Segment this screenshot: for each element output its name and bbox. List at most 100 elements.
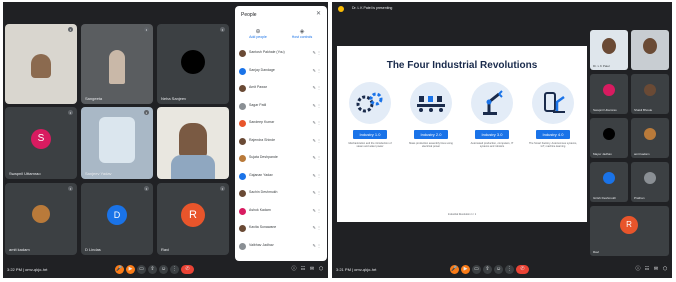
video-tile[interactable] xyxy=(157,107,229,179)
tile-name: Ravi xyxy=(593,250,600,254)
call-controls: 🎤 ▶ ▭ ⇧ ☺ ⋮ ✆ xyxy=(450,265,529,274)
participant-options-icon[interactable]: ✎ ⋮ xyxy=(313,155,321,160)
video-tile[interactable]: D • D Lindas xyxy=(81,183,153,255)
reactions-button[interactable]: ☺ xyxy=(159,265,168,274)
avatar: R xyxy=(181,203,205,227)
host-controls-button[interactable]: ◈ Host controls xyxy=(287,28,317,39)
chat-icon[interactable]: ✉ xyxy=(653,266,659,272)
participant-row[interactable]: Ashok Kadam ✎ ⋮ xyxy=(239,206,323,218)
avatar xyxy=(239,207,246,215)
participant-row[interactable]: Sujata Deshpande ✎ ⋮ xyxy=(239,153,323,165)
info-icon[interactable]: ⓘ xyxy=(635,266,641,272)
participant-options-icon[interactable]: ✎ ⋮ xyxy=(313,208,321,213)
avatar: D xyxy=(107,205,127,225)
people-icon[interactable]: ☷ xyxy=(300,266,306,272)
mic-off-icon: • xyxy=(68,186,73,191)
close-icon[interactable]: ✕ xyxy=(316,10,321,17)
participant-options-icon[interactable]: ✎ ⋮ xyxy=(313,50,321,55)
gears-icon xyxy=(349,82,391,124)
participant-name: Kavita Sonawane xyxy=(249,225,277,229)
participant-row[interactable]: Sanjay Dandage ✎ ⋮ xyxy=(239,66,323,78)
video-tile[interactable]: Prathan xyxy=(631,162,669,202)
mic-button[interactable]: 🎤 xyxy=(115,265,124,274)
camera-button[interactable]: ▶ xyxy=(461,265,470,274)
presenter-avatar-icon xyxy=(338,6,344,12)
participant-options-icon[interactable]: ✎ ⋮ xyxy=(313,85,321,90)
avatar xyxy=(239,242,246,250)
video-tile[interactable] xyxy=(631,30,669,70)
participant-row[interactable]: Sandeep Kumar ✎ ⋮ xyxy=(239,118,323,130)
participant-shirt xyxy=(171,155,215,179)
right-meet-window: Dr. L K Patel is presenting The Four Ind… xyxy=(332,2,672,278)
video-tile[interactable]: • amit kadam xyxy=(5,183,77,255)
participant-options-icon[interactable]: ✎ ⋮ xyxy=(313,173,321,178)
video-tile[interactable]: • Neha Sanjeev xyxy=(157,24,229,104)
video-tile[interactable]: Dr. L K Patel xyxy=(590,30,628,70)
stage-description: Automated production, computers, IT syst… xyxy=(470,142,514,149)
video-tile[interactable]: • Sangeeta xyxy=(81,24,153,104)
info-icon[interactable]: ⓘ xyxy=(291,266,297,272)
participant-options-icon[interactable]: ✎ ⋮ xyxy=(313,243,321,248)
avatar xyxy=(603,128,615,140)
add-people-label: Add people xyxy=(249,35,267,39)
participant-name: Sachin Deshmukh xyxy=(249,190,278,194)
people-icon[interactable]: ☷ xyxy=(644,266,650,272)
side-controls: ⓘ ☷ ✉ ⬡ xyxy=(635,266,668,272)
avatar xyxy=(644,128,656,140)
camera-button[interactable]: ▶ xyxy=(126,265,135,274)
participant-options-icon[interactable]: ✎ ⋮ xyxy=(313,138,321,143)
video-tile[interactable]: • xyxy=(5,24,77,104)
meeting-toolbar: 3:22 PM | omv-qkjo-hrt 🎤 ▶ ▭ ⇧ ☺ ⋮ ✆ ⓘ ☷… xyxy=(3,262,328,278)
more-options-button[interactable]: ⋮ xyxy=(170,265,179,274)
tile-name: amit kadam xyxy=(9,247,30,252)
assembly-line-icon xyxy=(410,82,452,124)
tile-name: amit kadam xyxy=(634,152,650,156)
participant-options-icon[interactable]: ✎ ⋮ xyxy=(313,103,321,108)
tile-name: Neha Sanjeev xyxy=(161,96,187,101)
participant-name: Vaibhav Jadhav xyxy=(249,242,274,247)
video-tile[interactable]: amit kadam xyxy=(631,118,669,158)
mic-button[interactable]: 🎤 xyxy=(450,265,459,274)
participant-row[interactable]: Santosh Pakhale (You) ✎ ⋮ xyxy=(239,48,323,60)
chat-icon[interactable]: ✉ xyxy=(309,266,315,272)
tile-name: Girish Deshmukh xyxy=(593,196,617,200)
video-tile[interactable]: R Ravi xyxy=(590,206,669,256)
captions-button[interactable]: ▭ xyxy=(137,265,146,274)
more-options-button[interactable]: ⋮ xyxy=(505,265,514,274)
video-tile[interactable]: Shakil Bhosle xyxy=(631,74,669,114)
activities-icon[interactable]: ⬡ xyxy=(318,266,324,272)
participant-video xyxy=(602,38,616,54)
reactions-button[interactable]: ☺ xyxy=(494,265,503,274)
video-tile[interactable]: R • Ravi xyxy=(157,183,229,255)
participant-row[interactable]: Sachin Deshmukh ✎ ⋮ xyxy=(239,188,323,200)
participant-row[interactable]: Gajanan Yadav ✎ ⋮ xyxy=(239,171,323,183)
participant-options-icon[interactable]: ✎ ⋮ xyxy=(313,225,321,230)
participant-row[interactable]: Kavita Sonawane ✎ ⋮ xyxy=(239,223,323,235)
present-button[interactable]: ⇧ xyxy=(483,265,492,274)
participant-options-icon[interactable]: ✎ ⋮ xyxy=(313,120,321,125)
mic-off-icon: • xyxy=(220,186,225,191)
industry-stage: Industry 1.0 Mechanization and the intro… xyxy=(345,82,395,149)
participant-name: Rajendra Shinde xyxy=(249,137,276,142)
side-controls: ⓘ ☷ ✉ ⬡ xyxy=(291,266,324,272)
activities-icon[interactable]: ⬡ xyxy=(662,266,668,272)
participant-video xyxy=(31,54,51,78)
participant-row[interactable]: Sagar Patil ✎ ⋮ xyxy=(239,101,323,113)
present-button[interactable]: ⇧ xyxy=(148,265,157,274)
video-tile[interactable]: • Sanjeev Yadav xyxy=(81,107,153,179)
video-tile[interactable]: S • Swapnil Uttamrao xyxy=(5,107,77,179)
video-tile[interactable]: Swapnil Uttamrao xyxy=(590,74,628,114)
add-people-button[interactable]: ⊕ Add people xyxy=(243,28,273,39)
video-tile[interactable]: Girish Deshmukh xyxy=(590,162,628,202)
video-tile[interactable]: Mayur Jadhav xyxy=(590,118,628,158)
participant-options-icon[interactable]: ✎ ⋮ xyxy=(313,68,321,73)
leave-call-button[interactable]: ✆ xyxy=(516,265,529,274)
tile-name: Swapnil Uttamrao xyxy=(593,108,617,112)
participant-row[interactable]: Rajendra Shinde ✎ ⋮ xyxy=(239,136,323,148)
participant-row[interactable]: Amit Pawar ✎ ⋮ xyxy=(239,83,323,95)
tile-name: Sangeeta xyxy=(85,96,103,101)
participant-options-icon[interactable]: ✎ ⋮ xyxy=(313,190,321,195)
leave-call-button[interactable]: ✆ xyxy=(181,265,194,274)
captions-button[interactable]: ▭ xyxy=(472,265,481,274)
participant-row[interactable]: Vaibhav Jadhav ✎ ⋮ xyxy=(239,241,323,253)
